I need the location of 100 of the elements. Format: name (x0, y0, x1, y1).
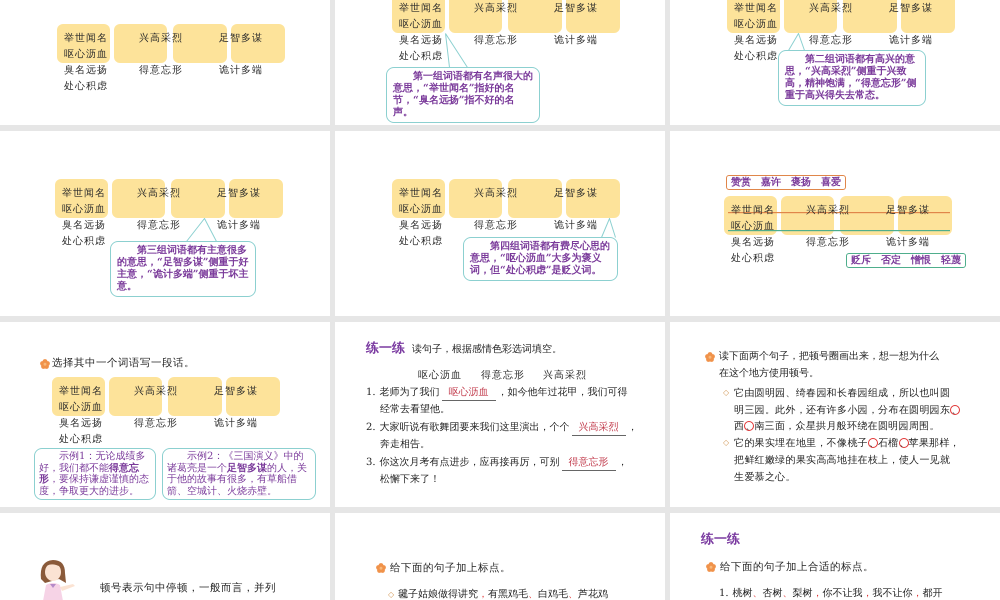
sentence-text: ， (618, 456, 628, 470)
flower-icon (705, 352, 715, 362)
sentence-text: 松懈下来了！ (380, 473, 440, 487)
word-card-background (171, 179, 225, 218)
sentence-text: 桃树、杏树、梨树，你不让我，我不让你，都开 (732, 587, 943, 600)
word-card-background (566, 179, 620, 218)
slide-thumbnail[interactable]: 举世闻名 兴高采烈 足智多谋 呕心沥血 臭名远扬 得意忘形 诡计多端 处心积虑 (0, 0, 330, 125)
word-card-background (508, 0, 562, 33)
slide-thumbnail[interactable]: 读下面两个句子，把顿号圈画出来，想一想为什么在这个地方使用顿号。 ◇ 它由圆明园、绮春园和长春园组成，所以也叫圆 明三园。此外，还有许多小园，分布在圆明园东、 西、南三面，众星拱月般环绕在圆明园周围。 ◇ 它的果实埋在地里，不像桃子、石榴、苹果那样， 把鲜红嫩绿的果实高高地挂在枝上，使人一见就 生爱慕之心。 (670, 322, 1000, 507)
callout-tail (601, 218, 616, 238)
word-card-background (231, 24, 285, 63)
sentence-text: 毽子姑娘做得讲究，有黑鸡毛、白鸡毛、芦花鸡 (398, 588, 608, 600)
slide-thumbnail[interactable]: 练一练 给下面的句子加上合适的标点。 1. 桃树、杏树、梨树，你不让我，我不让你，都开 (670, 513, 1000, 600)
instruction-text: 给下面的句子加上标点。 (390, 561, 511, 575)
word-text: 臭名远扬 (59, 417, 103, 431)
word-text: 诡计多端 (889, 34, 933, 48)
word-text: 处心积虑 (731, 252, 775, 266)
word-card-background (57, 24, 110, 63)
word-text: 呕心沥血 (399, 203, 443, 217)
word-text: 臭名远扬 (62, 219, 106, 233)
callout-tail (788, 33, 805, 51)
word-text: 处心积虑 (59, 433, 103, 447)
word-text: 诡计多端 (554, 34, 598, 48)
sentence-text: ，如今他年过花甲，我们可得 (498, 386, 628, 400)
word-text: 得意忘形 (806, 236, 850, 250)
slide-thumbnail[interactable]: 选择其中一个词语写一段话。 举世闻名 兴高采烈 足智多谋 呕心沥血 臭名远扬 得意忘形 诡计多端 处心积虑 示例1：无论成绩多好，我们都不能得意忘形，要保持谦虚谨慎的态度，争取更大的进步。 示例2：《三国演义》中的诸葛亮是一个足智多谋的人，关于他的故事有很多，有草船借箭、空城计、火烧赤壁。 (0, 322, 330, 507)
slide-thumbnail[interactable]: 赞赏 嘉许 褒扬 喜爱 举世闻名 兴高采烈 足智多谋 呕心沥血 臭名远扬 得意忘形 诡计多端 处心积虑 贬斥 否定 憎恨 轻蔑 (670, 131, 1000, 316)
fill-in-line: 得意忘形 (562, 456, 616, 471)
word-text: 举世闻名 (399, 187, 443, 201)
word-text: 兴高采烈 (806, 204, 850, 218)
word-text: 诡计多端 (554, 219, 598, 233)
word-card-background (55, 179, 108, 218)
word-card-background (173, 24, 227, 63)
slide-thumbnail[interactable]: 举世闻名 兴高采烈 足智多谋 呕心沥血 臭名远扬 得意忘形 诡计多端 处心积虑 第四组词语都有费尽心思的意思，“呕心沥血”大多为褒义词，但“处心积虑”是贬义词。 (335, 131, 665, 316)
word-text: 诡计多端 (214, 417, 258, 431)
word-text: 呕心沥血 (64, 48, 108, 62)
word-card-background (898, 196, 952, 235)
slide-thumbnail[interactable]: 给下面的句子加上标点。 ◇ 毽子姑娘做得讲究，有黑鸡毛、白鸡毛、芦花鸡 (335, 513, 665, 600)
word-text: 得意忘形 (137, 219, 181, 233)
word-text: 臭名远扬 (399, 34, 443, 48)
slide-thumbnail[interactable]: 顿号表示句中停顿，一般而言，并列 (0, 513, 330, 600)
word-card-background (566, 0, 620, 33)
word-text: 臭名远扬 (399, 219, 443, 233)
word-text: 臭名远扬 (64, 64, 108, 78)
question-number: 3. (366, 456, 376, 470)
instruction-text: 读下面两个句子，把顿号圈画出来，想一想为什么在这个地方使用顿号。 (719, 350, 940, 381)
word-card-background (392, 179, 445, 218)
callout-bubble: 第三组词语都有主意很多的意思，“足智多谋”侧重于好主意，“诡计多端”侧重于坏主意。 (110, 241, 256, 297)
word-card-background (901, 0, 955, 33)
word-text: 举世闻名 (731, 204, 775, 218)
word-text: 足智多谋 (554, 187, 598, 201)
question-number: 1. (366, 386, 376, 400)
paragraph-text: 它的果实埋在地里，不像桃子、石榴、苹果那样， 把鲜红嫩绿的果实高高地挂在枝上，使人一见就 生爱慕之心。 (734, 436, 960, 484)
instruction-text: 选择其中一个词语写一段话。 (52, 356, 195, 370)
slide-thumbnail[interactable]: 举世闻名 兴高采烈 足智多谋 呕心沥血 臭名远扬 得意忘形 诡计多端 处心积虑 第二组词语都有高兴的意思，“兴高采烈”侧重于兴致高，精神饱满，“得意忘形”侧重于高兴得失去常态。 (670, 0, 1000, 125)
word-text: 足智多谋 (554, 2, 598, 16)
sentence-text: 奔走相告。 (380, 438, 430, 452)
word-text: 诡计多端 (886, 236, 930, 250)
word-text: 足智多谋 (219, 32, 263, 46)
callout-tail (445, 33, 468, 68)
word-text: 兴高采烈 (809, 2, 853, 16)
slide-thumbnail[interactable]: 练一练 读句子，根据感情色彩选词填空。 呕心沥血 得意忘形 兴高采烈 1. 老师为了我们 呕心沥血 ，如今他年过花甲，我们可得 经常去看望他。 2. 大家听说有歌舞团要来我们这里演出，个个 兴高采烈 ， 奔走相告。 3. 你这次月考有点进步，应再接再厉，可别 得意忘形 ， 松懈下来了！ (335, 322, 665, 507)
slide-thumbnail[interactable]: 举世闻名 兴高采烈 足智多谋 呕心沥血 臭名远扬 得意忘形 诡计多端 处心积虑 第一组词语都有名声很大的意思，“举世闻名”指好的名节，“臭名远扬”指不好的名声。 (335, 0, 665, 125)
word-text: 举世闻名 (59, 385, 103, 399)
note-text: 顿号表示句中停顿，一般而言，并列 (100, 581, 276, 595)
word-card-background (840, 196, 894, 235)
list-marker: ◇ (723, 387, 730, 399)
example-bubble: 示例1：无论成绩多好，我们都不能得意忘形，要保持谦虚谨慎的态度，争取更大的进步。 (34, 448, 156, 500)
sentence-text: 老师为了我们 (380, 386, 440, 400)
word-text: 臭名远扬 (731, 236, 775, 250)
sentence-text: 大家听说有歌舞团要来我们这里演出，个个 (380, 421, 570, 435)
flower-icon (376, 563, 386, 573)
list-marker: ◇ (723, 437, 730, 450)
word-text: 足智多谋 (886, 204, 930, 218)
word-text: 诡计多端 (217, 219, 261, 233)
choice-word: 兴高采烈 (543, 369, 587, 383)
word-text: 兴高采烈 (134, 385, 178, 399)
sentence-text: ， (628, 421, 638, 435)
word-text: 兴高采烈 (474, 187, 518, 201)
word-text: 举世闻名 (62, 187, 106, 201)
choice-word: 呕心沥血 (418, 369, 462, 383)
word-text: 兴高采烈 (137, 187, 181, 201)
list-marker: 1. (719, 587, 729, 600)
slide-thumbnail[interactable]: 举世闻名 兴高采烈 足智多谋 呕心沥血 臭名远扬 得意忘形 诡计多端 处心积虑 第三组词语都有主意很多的意思，“足智多谋”侧重于好主意，“诡计多端”侧重于坏主意。 (0, 131, 330, 316)
word-text: 得意忘形 (474, 219, 518, 233)
word-text: 足智多谋 (217, 187, 261, 201)
instruction-text: 读句子，根据感情色彩选词填空。 (412, 343, 562, 357)
word-tag: 贬斥 否定 憎恨 轻蔑 (846, 253, 966, 268)
choice-word: 得意忘形 (481, 369, 525, 383)
flower-icon (706, 562, 716, 572)
word-card-background (226, 377, 280, 416)
instruction-text: 给下面的句子加上合适的标点。 (720, 560, 874, 574)
section-title: 练一练 (701, 533, 740, 547)
word-text: 处心积虑 (399, 235, 443, 249)
word-text: 呕心沥血 (59, 401, 103, 415)
word-text: 处心积虑 (62, 235, 106, 249)
word-card-background (724, 196, 777, 235)
word-card-background (229, 179, 283, 218)
word-text: 得意忘形 (134, 417, 178, 431)
fill-in-line: 兴高采烈 (572, 421, 626, 436)
